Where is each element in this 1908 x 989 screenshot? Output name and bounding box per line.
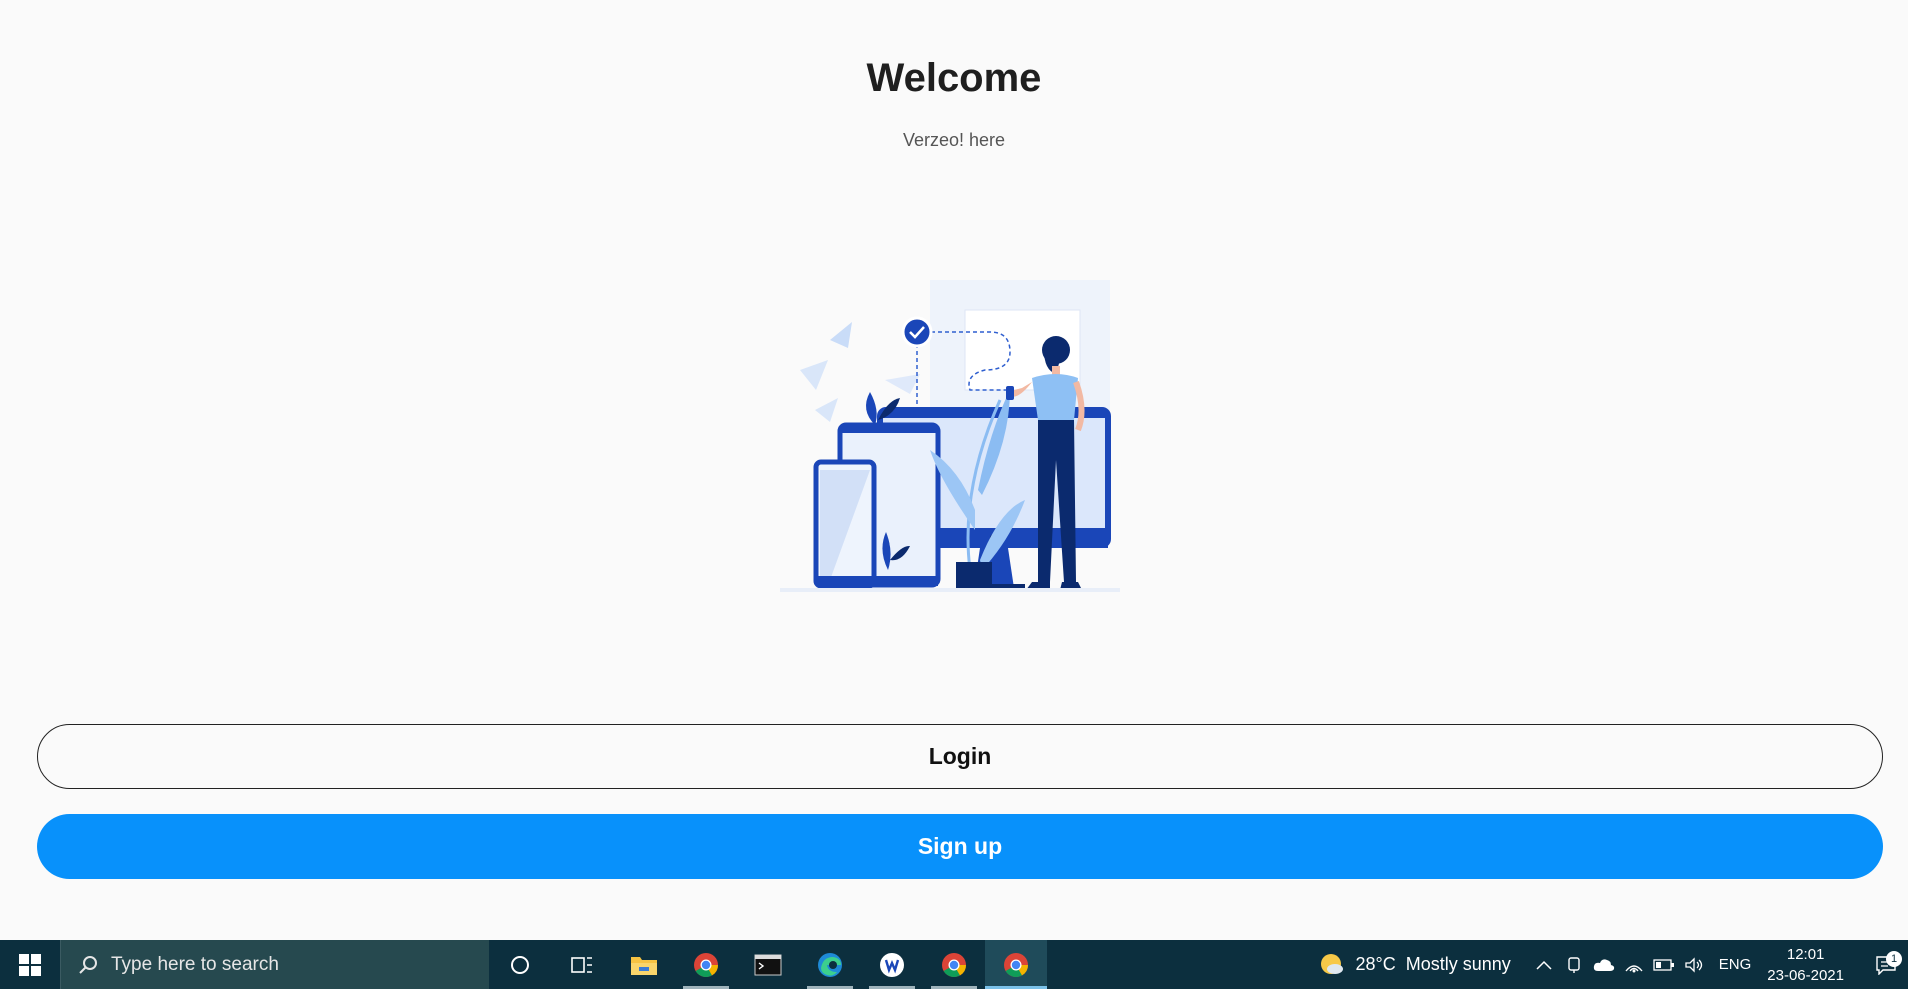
notification-center-icon[interactable]: 1 xyxy=(1864,950,1908,975)
weather-widget[interactable]: 28°C Mostly sunny xyxy=(1319,952,1511,978)
clock-time: 12:01 xyxy=(1786,945,1825,963)
person-with-devices-illustration xyxy=(780,280,1120,592)
cortana-icon[interactable] xyxy=(489,940,551,989)
taskbar-search-box[interactable]: Type here to search xyxy=(60,940,489,989)
meet-now-icon[interactable] xyxy=(1559,956,1589,974)
task-view-icon[interactable] xyxy=(551,940,613,989)
welcome-screen: Welcome Verzeo! here Login Sign up xyxy=(0,0,1908,940)
clock-date: 23-06-2021 xyxy=(1767,966,1844,984)
terminal-icon[interactable] xyxy=(737,940,799,989)
search-placeholder: Type here to search xyxy=(111,953,279,975)
page-title: Welcome xyxy=(866,56,1042,100)
system-tray: 28°C Mostly sunny ENG 12:01 23-06-2021 1 xyxy=(1319,940,1908,989)
signup-button[interactable]: Sign up xyxy=(37,814,1883,879)
chevron-up-icon[interactable] xyxy=(1529,960,1559,970)
weather-temperature: 28°C xyxy=(1355,954,1396,974)
weather-condition: Mostly sunny xyxy=(1405,954,1511,974)
chrome-icon[interactable] xyxy=(675,940,737,989)
input-language[interactable]: ENG xyxy=(1719,956,1752,973)
onedrive-cloud-icon[interactable] xyxy=(1589,958,1619,972)
search-icon xyxy=(77,954,99,976)
chrome-icon[interactable] xyxy=(985,940,1047,989)
start-button[interactable] xyxy=(0,940,60,989)
notification-count-badge: 1 xyxy=(1886,950,1902,967)
page-subtitle: Verzeo! here xyxy=(902,130,1006,150)
chrome-icon[interactable] xyxy=(923,940,985,989)
file-explorer-icon[interactable] xyxy=(613,940,675,989)
battery-icon[interactable] xyxy=(1649,958,1679,971)
app-icon[interactable] xyxy=(861,940,923,989)
login-button[interactable]: Login xyxy=(37,724,1883,789)
clock[interactable]: 12:01 23-06-2021 xyxy=(1767,944,1844,986)
windows-taskbar: Type here to search 28°C Mostly sunny EN… xyxy=(0,940,1908,989)
volume-icon[interactable] xyxy=(1679,956,1709,973)
weather-sun-icon xyxy=(1321,953,1344,974)
wifi-icon[interactable] xyxy=(1619,957,1649,973)
edge-icon[interactable] xyxy=(799,940,861,989)
windows-logo-icon xyxy=(19,953,41,976)
